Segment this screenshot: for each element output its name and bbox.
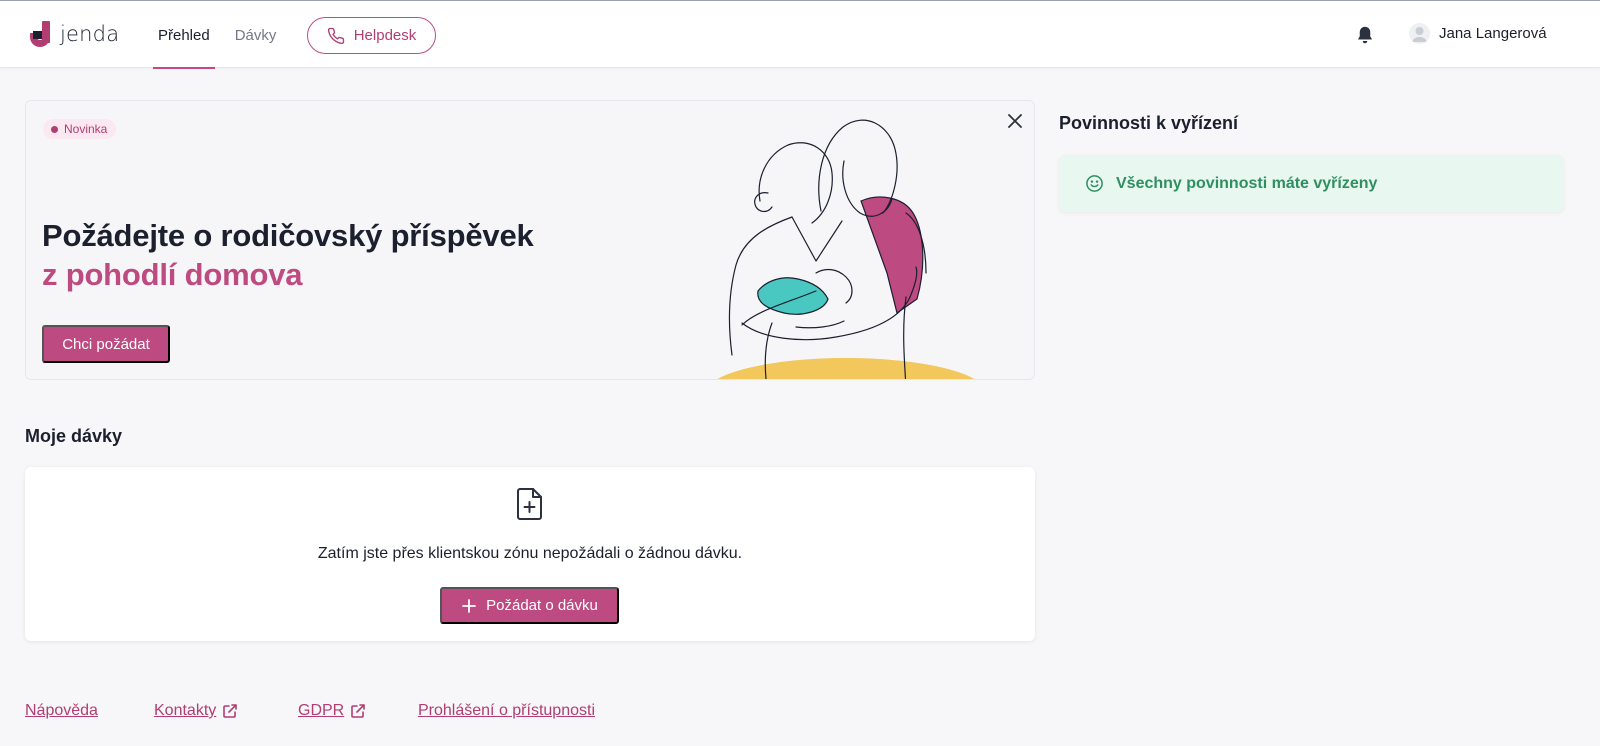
helpdesk-label: Helpdesk [353, 27, 417, 44]
external-link-icon [351, 704, 366, 718]
duties-status-card: Všechny povinnosti máte vyřízeny [1059, 155, 1564, 212]
request-benefit-button[interactable]: Požádat o dávku [440, 587, 619, 624]
footer-link-accessibility[interactable]: Prohlášení o přístupnosti [418, 702, 595, 720]
nav-item-benefits[interactable]: Dávky [230, 1, 282, 69]
file-plus-icon [517, 488, 542, 520]
helpdesk-button[interactable]: Helpdesk [307, 17, 436, 54]
footer-link-gdpr[interactable]: GDPR [298, 702, 366, 720]
user-menu[interactable]: Jana Langerová [1409, 23, 1547, 44]
logo-mark-icon [28, 19, 54, 49]
jenda-logo[interactable]: jenda [28, 19, 119, 49]
close-icon[interactable] [1006, 112, 1024, 130]
nav-item-overview[interactable]: Přehled [153, 1, 215, 69]
banner-subtitle: z pohodlí domova [42, 257, 303, 292]
logo-text: jenda [60, 22, 120, 46]
apply-button[interactable]: Chci požádat [42, 325, 170, 363]
duties-title: Povinnosti k vyřízení [1059, 113, 1239, 133]
avatar [1409, 23, 1430, 44]
plus-icon [462, 598, 477, 613]
empty-state-text: Zatím jste přes klientskou zónu nepožáda… [317, 545, 743, 562]
family-illustration [717, 119, 975, 379]
notification-bell-icon[interactable] [1356, 25, 1374, 45]
badge-dot-icon [51, 125, 58, 133]
duties-status-text: Všechny povinnosti máte vyřízeny [1116, 174, 1378, 192]
footer-link-gdpr-label: GDPR [298, 702, 345, 719]
user-name: Jana Langerová [1439, 25, 1547, 42]
phone-icon [327, 27, 344, 44]
external-link-icon [223, 704, 238, 718]
main-nav: Přehled Dávky [153, 1, 296, 69]
footer-link-contacts-label: Kontakty [154, 702, 217, 719]
top-navigation-bar: jenda Přehled Dávky Helpdesk Jana Langer… [0, 0, 1600, 69]
footer-link-accessibility-label: Prohlášení o přístupnosti [418, 702, 595, 719]
badge-label: Novinka [64, 122, 108, 136]
my-benefits-title: Moje dávky [25, 426, 123, 446]
request-benefit-label: Požádat o dávku [486, 597, 598, 614]
footer-link-contacts[interactable]: Kontakty [154, 702, 238, 720]
banner-title: Požádejte o rodičovský příspěvek [42, 218, 534, 253]
footer-link-help-label: Nápověda [25, 702, 98, 719]
benefits-empty-state: Zatím jste přes klientskou zónu nepožáda… [25, 467, 1035, 641]
promo-banner: Novinka Požádejte o rodičovský příspěvek… [25, 100, 1035, 380]
user-avatar-icon [1412, 27, 1427, 42]
smiley-icon [1086, 175, 1103, 192]
news-badge: Novinka [43, 119, 117, 139]
footer-link-help[interactable]: Nápověda [25, 702, 98, 720]
